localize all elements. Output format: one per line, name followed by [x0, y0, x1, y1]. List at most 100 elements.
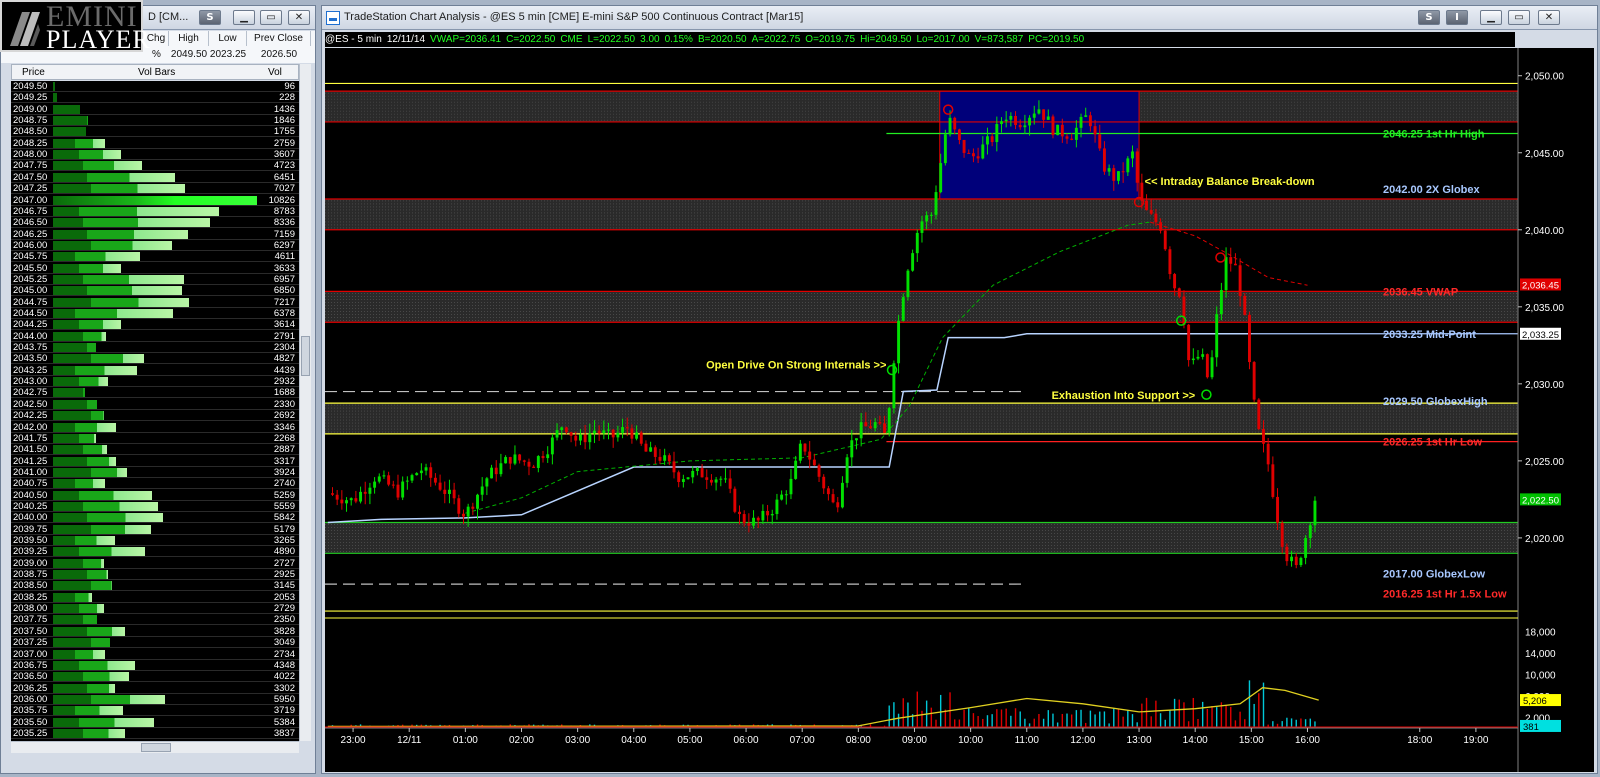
price-chart[interactable]: 2046.25 1st Hr High 2042.00 2X Globex 2036…	[325, 48, 1594, 772]
candle-body	[480, 486, 484, 495]
xtick-label: 03:00	[565, 735, 590, 746]
row-vol: 7159	[273, 228, 295, 240]
link-symbol-icon[interactable]: S	[199, 10, 221, 25]
close-icon[interactable]: ✕	[288, 10, 310, 25]
xtick-label: 08:00	[846, 735, 871, 746]
candle-body	[836, 502, 840, 508]
row-price: 2043.25	[13, 364, 48, 376]
candle-body	[677, 472, 681, 483]
vol-bar	[53, 365, 137, 375]
maximize-icon[interactable]: ▭	[1508, 10, 1530, 25]
candle-body	[1093, 126, 1097, 135]
candle-body	[1009, 115, 1013, 120]
price-col-header[interactable]: Price	[22, 67, 45, 78]
row-price: 2040.25	[13, 500, 48, 512]
table-row: 2043.50 4827	[11, 353, 299, 365]
candle-body	[1154, 213, 1158, 223]
row-vol: 2932	[273, 376, 295, 388]
row-price: 2039.75	[13, 523, 48, 535]
info-field: C=2022.50	[506, 34, 556, 45]
candle-body	[859, 422, 863, 439]
vol-bar	[53, 536, 115, 545]
candle-body	[971, 153, 975, 157]
maximize-icon[interactable]: ▭	[260, 10, 282, 25]
table-row: 2048.50 1755	[11, 126, 299, 138]
row-price: 2046.00	[13, 239, 48, 251]
vol-ytick-label: 14,000	[1525, 649, 1556, 660]
candle-body	[1308, 525, 1312, 539]
candle-body	[354, 498, 358, 502]
row-price: 2042.00	[13, 421, 48, 433]
candle-body	[780, 494, 784, 500]
vol-bar	[53, 127, 87, 137]
info-icon[interactable]: I	[1446, 10, 1468, 25]
vol-bar	[53, 638, 111, 648]
minimize-icon[interactable]: ▁	[233, 10, 255, 25]
candle-body	[419, 470, 423, 474]
row-vol: 3265	[273, 535, 295, 546]
candle-body	[892, 363, 896, 409]
candle-body	[1131, 151, 1134, 159]
row-price: 2048.75	[13, 115, 48, 127]
row-price: 2044.50	[13, 308, 48, 319]
row-vol: 5259	[273, 489, 295, 501]
candle-body	[1187, 324, 1191, 361]
candle-body	[1060, 124, 1064, 137]
candle-body	[391, 484, 395, 486]
vol-bar	[53, 297, 189, 307]
vol-bar	[53, 184, 186, 194]
candle-body	[462, 513, 465, 517]
vertical-scrollbar[interactable]	[299, 64, 311, 741]
candle-body	[1313, 500, 1317, 526]
horizontal-scrollbar[interactable]	[11, 741, 299, 753]
row-vol: 6297	[273, 239, 295, 251]
candle-body	[691, 470, 695, 478]
hscroll-thumb[interactable]	[141, 743, 171, 752]
vol-bar	[53, 490, 153, 500]
table-row: 2038.50 3145	[11, 580, 299, 592]
table-row: 2043.75 2304	[11, 342, 299, 354]
vol-col-header[interactable]: Vol	[268, 67, 282, 78]
row-price: 2043.50	[13, 353, 48, 365]
row-price: 2048.50	[13, 126, 48, 138]
vol-bar	[53, 445, 108, 455]
table-row: 2036.25 3302	[11, 683, 299, 694]
candle-body	[1121, 171, 1125, 173]
vol-bar	[53, 377, 109, 387]
candle-body	[373, 481, 377, 488]
candle-body	[770, 514, 774, 516]
row-vol: 5559	[273, 500, 295, 512]
candle-body	[1196, 356, 1200, 359]
candle-body	[1145, 200, 1148, 211]
row-price: 2047.50	[13, 171, 48, 183]
candle-body	[1037, 109, 1041, 114]
table-row: 2049.50 96	[11, 81, 299, 92]
link-symbol-icon[interactable]: S	[1418, 10, 1440, 25]
level-label: 2017.00 GlobexLow	[1383, 568, 1486, 580]
row-price: 2044.75	[13, 296, 48, 308]
minimize-icon[interactable]: ▁	[1480, 10, 1502, 25]
row-vol: 4348	[273, 659, 295, 671]
candle-body	[845, 457, 849, 483]
candle-body	[476, 494, 479, 509]
candle-body	[616, 432, 620, 438]
table-row: 2048.00 3607	[11, 149, 299, 161]
row-vol: 3302	[273, 682, 295, 694]
table-row: 2037.00 2734	[11, 649, 299, 660]
candle-body	[363, 491, 367, 494]
ytick-label: 2,045.00	[1525, 149, 1564, 160]
row-price: 2043.00	[13, 376, 48, 388]
candle-body	[541, 456, 545, 459]
vol-bar	[53, 558, 105, 568]
close-icon[interactable]: ✕	[1538, 10, 1560, 25]
table-row: 2038.00 2729	[11, 603, 299, 615]
scroll-thumb[interactable]	[301, 336, 310, 376]
info-field: CME	[560, 34, 583, 45]
volbars-col-header[interactable]: Vol Bars	[138, 67, 175, 78]
chart-titlebar[interactable]: TradeStation Chart Analysis - @ES 5 min …	[322, 6, 1597, 30]
row-vol: 6957	[273, 273, 295, 285]
info-field: VWAP=2036.41	[430, 34, 502, 45]
table-row: 2040.50 5259	[11, 490, 299, 501]
table-row: 2040.75 2740	[11, 478, 299, 490]
table-row: 2035.50 5384	[11, 717, 299, 728]
